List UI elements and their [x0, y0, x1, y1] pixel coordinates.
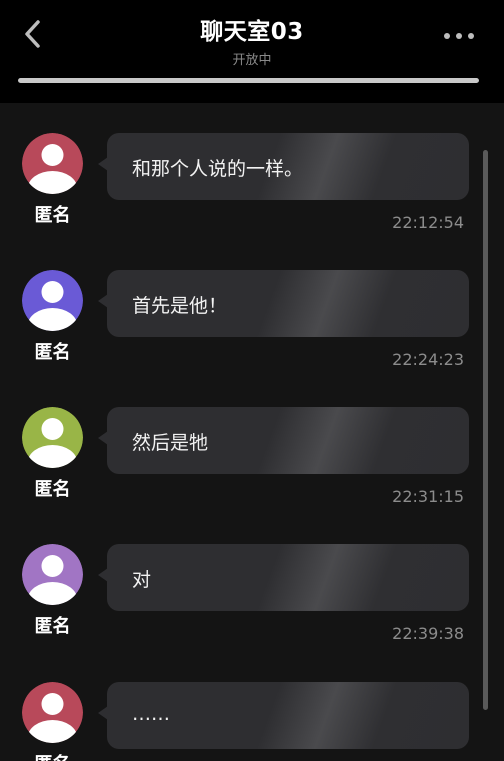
scrollbar[interactable]: [483, 150, 488, 710]
message-timestamp: 22:24:23: [392, 350, 464, 369]
message-item: 匿名 对 22:39:38: [0, 514, 504, 651]
more-options-button[interactable]: [442, 26, 478, 46]
user-avatar-icon: [22, 270, 83, 331]
message-text: 然后是牠: [132, 432, 209, 454]
user-avatar-icon: [22, 544, 83, 605]
more-dots-icon: [444, 33, 474, 39]
user-avatar-icon: [22, 682, 83, 743]
avatar[interactable]: [22, 270, 83, 331]
sender-name: 匿名: [34, 205, 71, 226]
progress-bar: [18, 78, 479, 83]
avatar[interactable]: [22, 544, 83, 605]
message-text: ……: [132, 703, 170, 725]
message-bubble[interactable]: 和那个人说的一样。: [98, 133, 469, 200]
message-timestamp: 22:12:54: [392, 213, 464, 232]
chat-room-title: 聊天室03: [200, 19, 304, 45]
user-avatar-icon: [22, 133, 83, 194]
avatar[interactable]: [22, 682, 83, 743]
message-list[interactable]: 匿名 和那个人说的一样。 22:12:54 匿名 首先是他！ 22:24:23 …: [0, 103, 504, 761]
user-avatar-icon: [22, 407, 83, 468]
message-bubble[interactable]: 首先是他！: [98, 270, 469, 337]
message-bubble[interactable]: 对: [98, 544, 469, 611]
message-item: 匿名 首先是他！ 22:24:23: [0, 240, 504, 377]
chat-header: 聊天室03 开放中: [0, 0, 504, 103]
message-item: 匿名 和那个人说的一样。 22:12:54: [0, 103, 504, 240]
message-text: 首先是他！: [132, 295, 228, 317]
message-timestamp: 22:31:15: [392, 487, 464, 506]
sender-name: 匿名: [34, 479, 71, 500]
message-bubble[interactable]: ……: [98, 682, 469, 749]
avatar[interactable]: [22, 133, 83, 194]
avatar[interactable]: [22, 407, 83, 468]
sender-name: 匿名: [34, 342, 71, 363]
message-item: 匿名 然后是牠 22:31:15: [0, 377, 504, 514]
message-bubble[interactable]: 然后是牠: [98, 407, 469, 474]
chat-room-status: 开放中: [232, 53, 272, 68]
sender-name: 匿名: [34, 616, 71, 637]
message-text: 对: [132, 569, 152, 591]
message-text: 和那个人说的一样。: [132, 158, 304, 180]
message-timestamp: 22:39:38: [392, 624, 464, 643]
progress-fill: [18, 78, 479, 83]
sender-name: 匿名: [22, 750, 83, 761]
message-item: 匿名 ……: [0, 652, 504, 761]
